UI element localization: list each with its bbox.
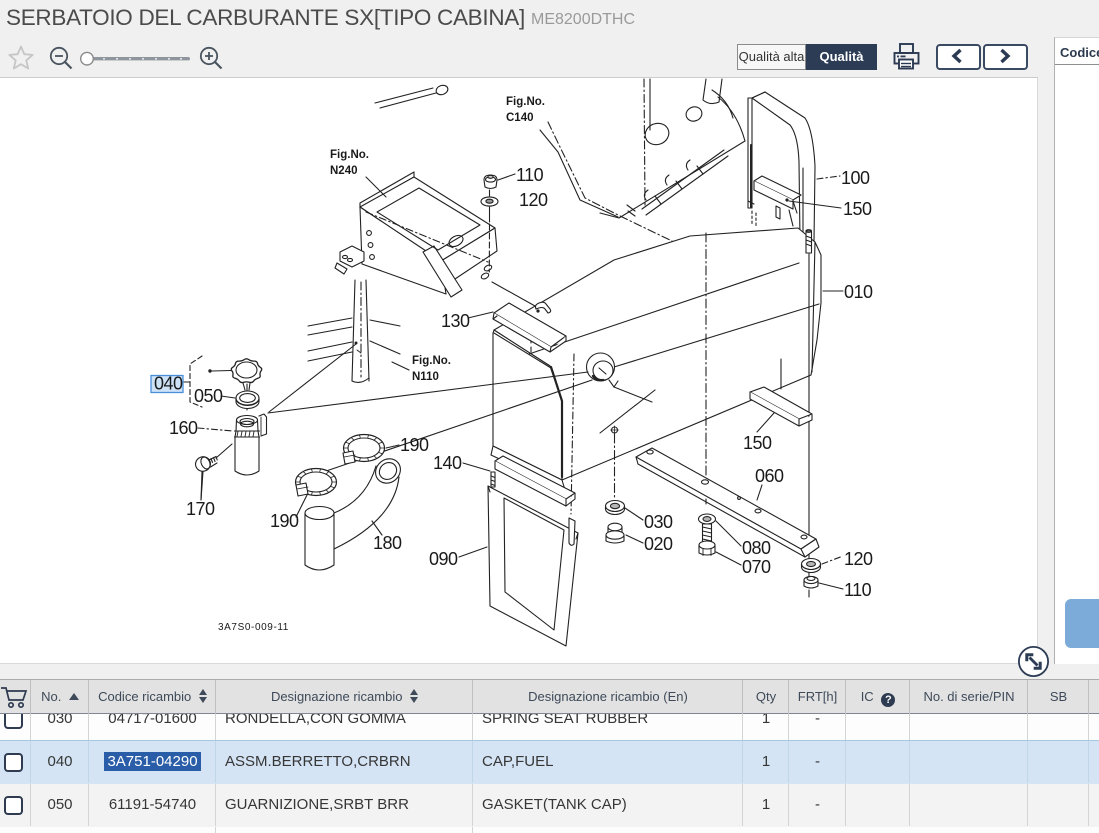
svg-text:110: 110	[844, 580, 872, 600]
svg-text:060: 060	[755, 466, 784, 486]
svg-text:N240: N240	[330, 165, 358, 177]
svg-text:120: 120	[844, 549, 873, 569]
svg-text:150: 150	[843, 199, 872, 219]
svg-text:N110: N110	[412, 371, 439, 383]
svg-text:090: 090	[429, 549, 458, 569]
svg-text:080: 080	[742, 538, 771, 558]
svg-text:170: 170	[186, 499, 215, 519]
svg-text:160: 160	[169, 418, 198, 438]
svg-text:180: 180	[373, 533, 402, 553]
svg-text:Fig.No.: Fig.No.	[330, 149, 369, 161]
svg-text:190: 190	[400, 435, 429, 455]
svg-text:140: 140	[433, 453, 462, 473]
svg-text:020: 020	[644, 534, 673, 554]
svg-text:030: 030	[644, 512, 673, 532]
svg-text:Fig.No.: Fig.No.	[412, 355, 451, 367]
svg-text:040: 040	[154, 374, 183, 394]
svg-text:050: 050	[194, 386, 223, 406]
svg-text:120: 120	[519, 190, 548, 210]
svg-text:C140: C140	[506, 112, 534, 124]
svg-text:070: 070	[742, 557, 771, 577]
svg-text:010: 010	[844, 282, 873, 302]
svg-text:Fig.No.: Fig.No.	[506, 96, 545, 108]
svg-text:100: 100	[841, 168, 870, 188]
svg-text:150: 150	[743, 433, 772, 453]
svg-text:3A7S0-009-11: 3A7S0-009-11	[218, 622, 289, 633]
svg-text:130: 130	[441, 311, 470, 331]
svg-text:190: 190	[270, 511, 299, 531]
svg-text:110: 110	[516, 165, 544, 185]
